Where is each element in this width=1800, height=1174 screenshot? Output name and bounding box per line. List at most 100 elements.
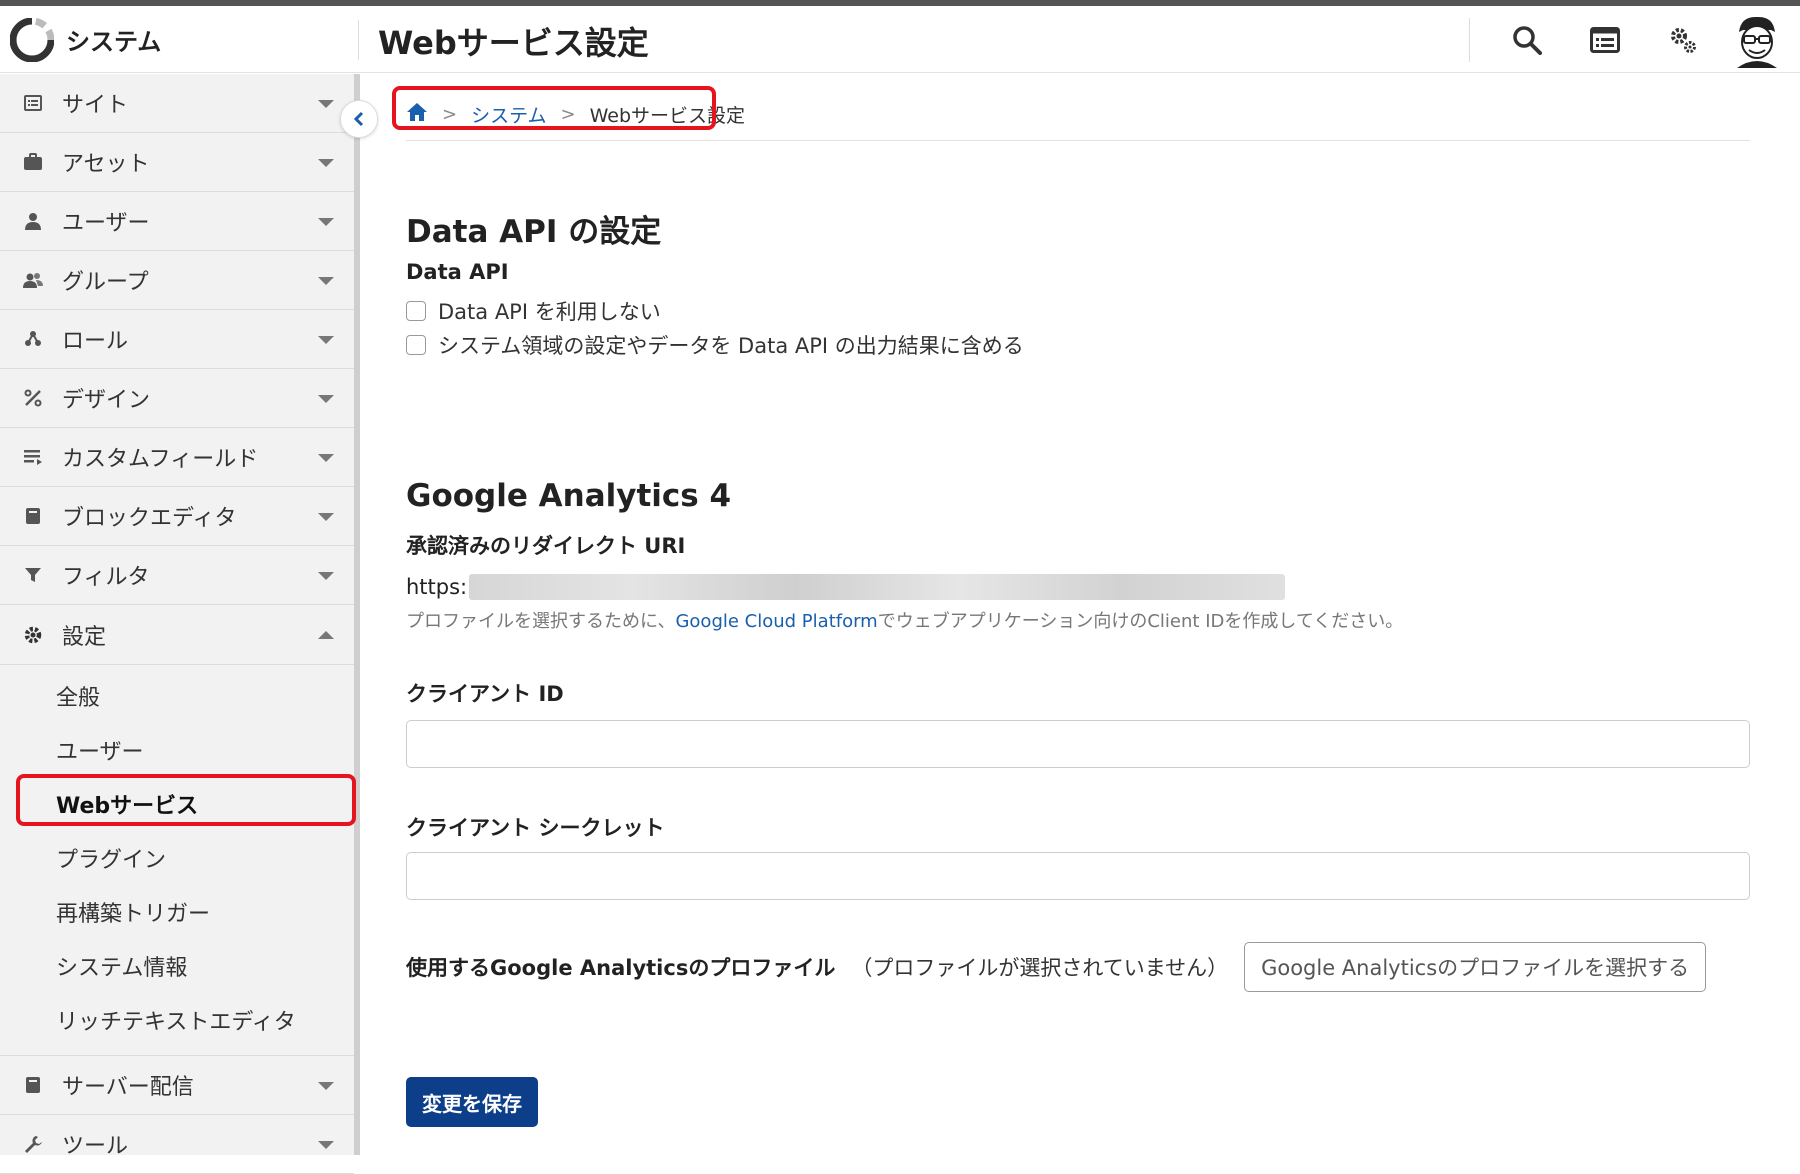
sidebar-item-label: サーバー配信: [62, 1075, 194, 1100]
submenu-item-rebuild-trigger[interactable]: 再構築トリガー: [0, 885, 354, 939]
highlight-breadcrumb: [392, 86, 716, 130]
client-secret-input[interactable]: [406, 852, 1750, 900]
site-icon: [22, 92, 44, 114]
design-icon: [22, 387, 44, 409]
group-icon: [22, 269, 44, 291]
custom-field-icon: [22, 446, 44, 468]
chevron-down-icon: [318, 395, 334, 403]
main-content: > システム > Webサービス設定 Data API の設定 Data API…: [360, 74, 1800, 1155]
sidebar-item-site[interactable]: サイト: [0, 74, 354, 133]
client-id-input[interactable]: [406, 720, 1750, 768]
checkbox[interactable]: [406, 301, 426, 321]
google-cloud-platform-link[interactable]: Google Cloud Platform: [675, 611, 877, 632]
sidebar-item-asset[interactable]: アセット: [0, 133, 354, 192]
redirect-uri-label: 承認済みのリダイレクト URI: [406, 534, 686, 558]
hint-text-before: プロファイルを選択するために、: [406, 611, 676, 632]
chevron-down-icon: [318, 100, 334, 108]
chevron-down-icon: [318, 159, 334, 167]
wrench-icon: [22, 1133, 44, 1155]
sidebar-item-role[interactable]: ロール: [0, 310, 354, 369]
app-header: システム Webサービス設定: [0, 6, 1800, 73]
ga-profile-label: 使用するGoogle Analyticsのプロファイル: [406, 956, 836, 980]
data-api-label: Data API: [406, 260, 509, 284]
sidebar-item-label: 設定: [62, 624, 107, 650]
user-icon: [22, 210, 44, 232]
list-icon: [1590, 26, 1620, 53]
gear-icon: [22, 624, 44, 646]
sidebar-item-design[interactable]: デザイン: [0, 369, 354, 428]
ga4-hint: プロファイルを選択するために、Google Cloud Platformでウェブ…: [406, 607, 1403, 633]
ga-profile-row: 使用するGoogle Analyticsのプロファイル （プロファイルが選択され…: [406, 942, 1707, 992]
sidebar-item-block-editor[interactable]: ブロックエディタ: [0, 487, 354, 546]
submenu-item-system-info[interactable]: システム情報: [0, 939, 354, 993]
chevron-down-icon: [318, 454, 334, 462]
sidebar-item-user[interactable]: ユーザー: [0, 192, 354, 251]
ga-profile-status: （プロファイルが選択されていません）: [851, 956, 1229, 980]
sidebar-item-label: フィルタ: [62, 565, 150, 590]
submenu-item-user[interactable]: ユーザー: [0, 723, 354, 777]
sidebar: サイト アセット ユーザー グループ ロール デザイン カスタムフィールド ブロ…: [0, 74, 354, 1174]
chevron-down-icon: [318, 218, 334, 226]
sidebar-item-label: サイト: [62, 93, 129, 118]
briefcase-icon: [22, 151, 44, 173]
breadcrumb-divider: [406, 140, 1750, 141]
brand[interactable]: システム: [0, 6, 360, 73]
redirect-uri: https:: [406, 574, 1286, 600]
search-button[interactable]: [1488, 10, 1566, 70]
checkbox-label: Data API を利用しない: [438, 300, 661, 324]
hint-text-after: でウェブアプリケーション向けのClient IDを作成してください。: [877, 611, 1404, 632]
user-menu-button[interactable]: [1722, 10, 1800, 70]
sidebar-item-label: グループ: [62, 270, 149, 295]
sidebar-item-server-sync[interactable]: サーバー配信: [0, 1056, 354, 1115]
chevron-down-icon: [318, 336, 334, 344]
app-name: システム: [66, 28, 162, 56]
movable-type-logo-icon: [10, 17, 54, 62]
redirect-uri-prefix: https:: [406, 575, 468, 599]
chevron-down-icon: [318, 1141, 334, 1149]
gears-icon: [1671, 27, 1696, 53]
submenu-item-rich-text-editor[interactable]: リッチテキストエディタ: [0, 993, 354, 1047]
header-divider: [358, 20, 359, 60]
sidebar-item-label: ブロックエディタ: [62, 506, 237, 531]
sidebar-item-tools[interactable]: ツール: [0, 1115, 354, 1174]
header-separator: [1469, 17, 1470, 62]
list-button[interactable]: [1566, 10, 1644, 70]
sidebar-item-label: カスタムフィールド: [62, 447, 259, 472]
submenu-item-plugins[interactable]: プラグイン: [0, 831, 354, 885]
block-editor-icon: [22, 505, 44, 527]
settings-submenu: 全般 ユーザー Webサービス プラグイン 再構築トリガー システム情報 リッチ…: [0, 664, 354, 1056]
sidebar-item-label: ツール: [62, 1134, 129, 1159]
data-api-section-title: Data API の設定: [406, 214, 662, 250]
sidebar-item-custom-field[interactable]: カスタムフィールド: [0, 428, 354, 487]
user-avatar: [1728, 10, 1786, 69]
header-actions: [1469, 6, 1800, 73]
server-icon: [22, 1074, 44, 1096]
sidebar-item-settings[interactable]: 設定: [0, 605, 354, 664]
chevron-up-icon: [318, 631, 334, 639]
checkbox-include-system[interactable]: システム領域の設定やデータを Data API の出力結果に含める: [406, 330, 1024, 360]
sidebar-item-filter[interactable]: フィルタ: [0, 546, 354, 605]
submenu-item-general[interactable]: 全般: [0, 669, 354, 723]
role-icon: [22, 328, 44, 350]
client-secret-label: クライアント シークレット: [406, 816, 665, 840]
sidebar-item-label: デザイン: [62, 388, 151, 413]
sidebar-item-label: ロール: [62, 329, 129, 354]
checkbox-disable-data-api[interactable]: Data API を利用しない: [406, 296, 661, 326]
chevron-down-icon: [318, 277, 334, 285]
chevron-down-icon: [318, 513, 334, 521]
chevron-down-icon: [318, 572, 334, 580]
sidebar-item-label: ユーザー: [62, 211, 150, 236]
highlight-web-services: [16, 774, 356, 826]
save-button[interactable]: 変更を保存: [406, 1077, 538, 1127]
search-icon: [1513, 25, 1542, 55]
chevron-down-icon: [318, 1082, 334, 1090]
checkbox-label: システム領域の設定やデータを Data API の出力結果に含める: [438, 334, 1024, 358]
checkbox[interactable]: [406, 335, 426, 355]
sidebar-item-group[interactable]: グループ: [0, 251, 354, 310]
filter-icon: [22, 564, 44, 586]
page-title: Webサービス設定: [378, 24, 649, 62]
select-ga-profile-button[interactable]: Google Analyticsのプロファイルを選択する: [1244, 942, 1707, 992]
settings-button[interactable]: [1644, 10, 1722, 70]
client-id-label: クライアント ID: [406, 682, 564, 706]
ga4-section-title: Google Analytics 4: [406, 478, 732, 514]
